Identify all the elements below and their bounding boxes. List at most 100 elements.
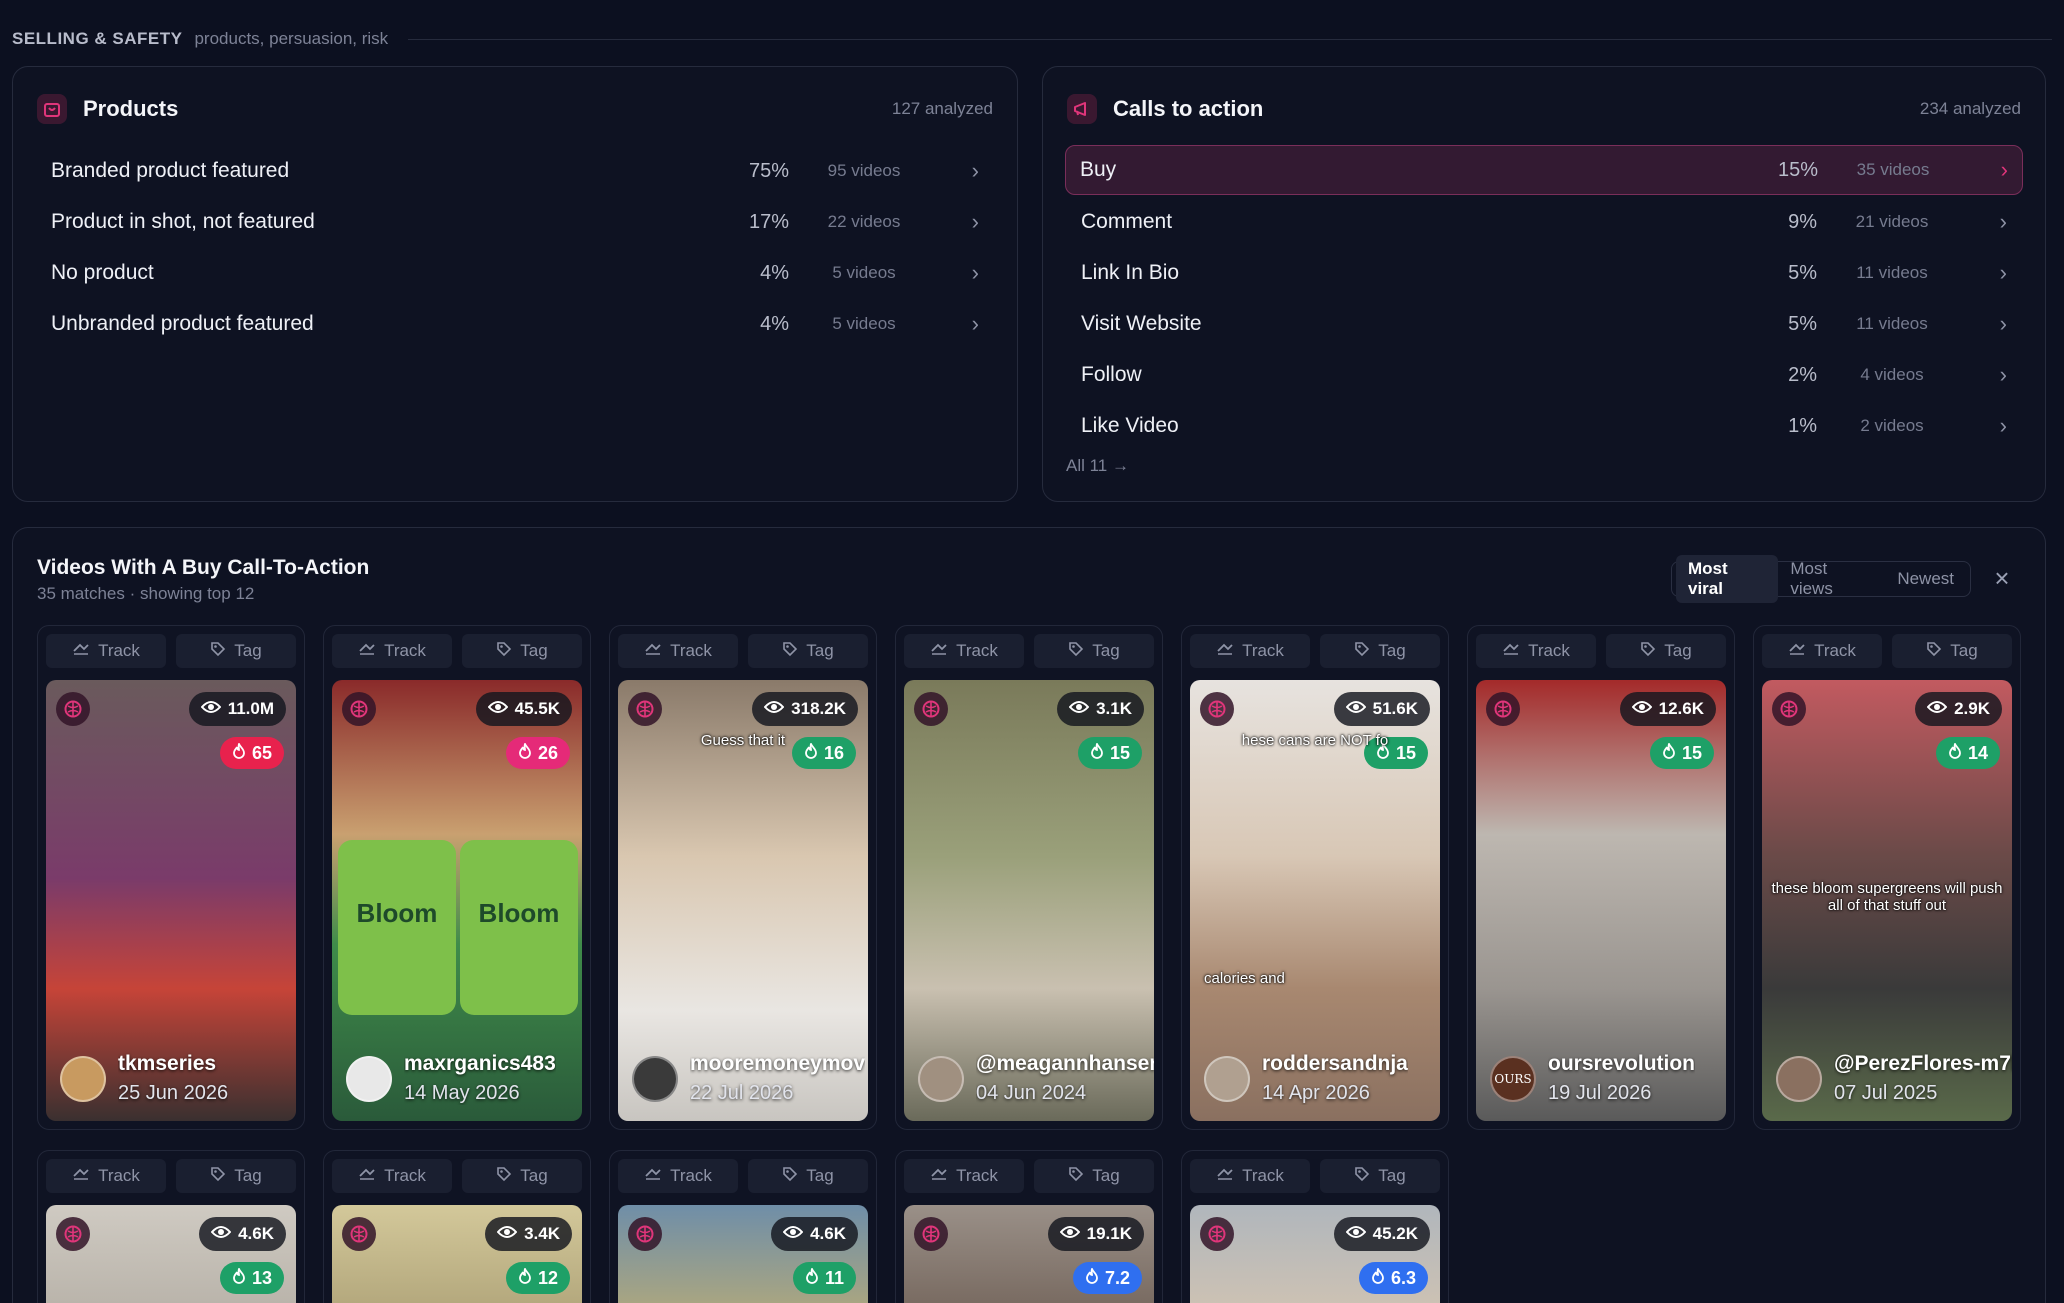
- video-card[interactable]: Track Tag 318.2K 16 Guess that it mooremoneym…: [609, 625, 877, 1130]
- tag-button[interactable]: Tag: [1034, 1159, 1154, 1193]
- track-button[interactable]: Track: [46, 634, 166, 668]
- product-row-none[interactable]: No product 4% 5 videos ›: [37, 249, 993, 297]
- cta-row-link-in-bio[interactable]: Link In Bio 5% 11 videos ›: [1067, 249, 2021, 297]
- video-card[interactable]: Track Tag 45.2K 6.3: [1181, 1150, 1449, 1303]
- track-button[interactable]: Track: [904, 634, 1024, 668]
- video-thumbnail[interactable]: 4.6K 11: [618, 1205, 868, 1303]
- cta-row-visit-website[interactable]: Visit Website 5% 11 videos ›: [1067, 300, 2021, 348]
- author-handle[interactable]: roddersandnja: [1262, 1052, 1408, 1076]
- track-button[interactable]: Track: [332, 634, 452, 668]
- track-button[interactable]: Track: [904, 1159, 1024, 1193]
- video-card[interactable]: Track Tag 19.1K 7.2: [895, 1150, 1163, 1303]
- video-thumbnail[interactable]: 2.9K 14 these bloom supergreens will push …: [1762, 680, 2012, 1121]
- views-count: 45.2K: [1372, 1224, 1418, 1243]
- video-card[interactable]: Track Tag 12.6K 15 OURS oursrevolution 19 Jul …: [1467, 625, 1735, 1130]
- row-percent: 1%: [1788, 414, 1817, 437]
- tag-button[interactable]: Tag: [748, 634, 868, 668]
- video-thumbnail[interactable]: 4.6K 13: [46, 1205, 296, 1303]
- track-button[interactable]: Track: [618, 1159, 738, 1193]
- sort-newest[interactable]: Newest: [1885, 565, 1966, 593]
- video-card[interactable]: Track Tag 51.6K 15 hese cans are NOT fo calor…: [1181, 625, 1449, 1130]
- brain-icon[interactable]: [342, 1217, 376, 1251]
- post-date: 19 Jul 2026: [1548, 1082, 1652, 1104]
- tag-button[interactable]: Tag: [1320, 634, 1440, 668]
- track-button[interactable]: Track: [618, 634, 738, 668]
- product-brand-left: Bloom: [356, 898, 438, 928]
- videos-subtitle: 35 matches · showing top 12: [37, 584, 255, 603]
- video-card[interactable]: Track Tag 11.0M 65 tkmseries 25 Jun 2026: [37, 625, 305, 1130]
- tag-button[interactable]: Tag: [176, 634, 296, 668]
- brain-icon[interactable]: [1200, 692, 1234, 726]
- author-handle[interactable]: @PerezFlores-m7l: [1834, 1052, 2012, 1076]
- track-button[interactable]: Track: [1762, 634, 1882, 668]
- sort-most-viral[interactable]: Most viral: [1676, 555, 1779, 603]
- video-card[interactable]: Track Tag 3.4K 12: [323, 1150, 591, 1303]
- brain-icon[interactable]: [1772, 692, 1806, 726]
- brain-icon[interactable]: [628, 692, 662, 726]
- cta-row-like-video[interactable]: Like Video 1% 2 videos ›: [1067, 402, 2021, 450]
- brain-icon[interactable]: [1200, 1217, 1234, 1251]
- avatar[interactable]: [632, 1055, 678, 1102]
- row-video-count: 95 videos: [827, 161, 901, 180]
- tag-button[interactable]: Tag: [462, 1159, 582, 1193]
- brain-icon[interactable]: [914, 692, 948, 726]
- video-thumbnail[interactable]: 318.2K 16 Guess that it mooremoneymov 22 Jul…: [618, 680, 868, 1121]
- section-divider: [408, 38, 2052, 40]
- author-handle[interactable]: tkmseries: [118, 1052, 228, 1076]
- avatar[interactable]: [1776, 1055, 1822, 1102]
- author-handle[interactable]: oursrevolution: [1548, 1052, 1695, 1076]
- tag-button[interactable]: Tag: [1892, 634, 2012, 668]
- track-button[interactable]: Track: [332, 1159, 452, 1193]
- avatar[interactable]: [918, 1055, 964, 1102]
- video-thumbnail[interactable]: 11.0M 65 tkmseries 25 Jun 2026: [46, 680, 296, 1121]
- video-thumbnail[interactable]: 12.6K 15 OURS oursrevolution 19 Jul 2026: [1476, 680, 1726, 1121]
- video-thumbnail[interactable]: 3.1K 15 @meagannhanser 04 Jun 2024: [904, 680, 1154, 1121]
- author-handle[interactable]: mooremoneymov: [690, 1052, 865, 1076]
- tag-button[interactable]: Tag: [176, 1159, 296, 1193]
- tag-button[interactable]: Tag: [748, 1159, 868, 1193]
- avatar[interactable]: [346, 1055, 392, 1102]
- brain-icon[interactable]: [342, 692, 376, 726]
- brain-icon[interactable]: [628, 1217, 662, 1251]
- author-handle[interactable]: maxrganics483: [404, 1052, 556, 1076]
- row-label: Link In Bio: [1081, 261, 1180, 284]
- video-thumbnail[interactable]: 45.2K 6.3: [1190, 1205, 1440, 1303]
- track-button[interactable]: Track: [1190, 634, 1310, 668]
- video-card[interactable]: Track Tag 4.6K 11: [609, 1150, 877, 1303]
- brain-icon[interactable]: [914, 1217, 948, 1251]
- video-thumbnail[interactable]: 19.1K 7.2: [904, 1205, 1154, 1303]
- cta-row-follow[interactable]: Follow 2% 4 videos ›: [1067, 351, 2021, 399]
- cta-row-comment[interactable]: Comment 9% 21 videos ›: [1067, 198, 2021, 246]
- video-thumbnail[interactable]: 45.5K 26 Bloom Bloom maxrganics483 14 May 202…: [332, 680, 582, 1121]
- brain-icon[interactable]: [56, 692, 90, 726]
- video-card[interactable]: Track Tag 45.5K 26 Bloom Bloom maxrganics483 14…: [323, 625, 591, 1130]
- video-card[interactable]: Track Tag 2.9K 14 these bloom supergreens wi…: [1753, 625, 2021, 1130]
- brain-icon[interactable]: [56, 1217, 90, 1251]
- tag-button[interactable]: Tag: [462, 634, 582, 668]
- product-row-branded[interactable]: Branded product featured 75% 95 videos ›: [37, 147, 993, 195]
- views-badge: 45.5K: [475, 692, 572, 726]
- close-icon[interactable]: ×: [1988, 564, 2016, 592]
- video-card[interactable]: Track Tag 3.1K 15 @meagannhanser 04 Jun 2024: [895, 625, 1163, 1130]
- track-button[interactable]: Track: [1476, 634, 1596, 668]
- video-card[interactable]: Track Tag 4.6K 13: [37, 1150, 305, 1303]
- video-thumbnail[interactable]: 3.4K 12: [332, 1205, 582, 1303]
- author-handle[interactable]: @meagannhanser: [976, 1052, 1154, 1076]
- avatar[interactable]: OURS: [1490, 1055, 1536, 1102]
- brain-icon[interactable]: [1486, 692, 1520, 726]
- video-thumbnail[interactable]: 51.6K 15 hese cans are NOT fo calories and r…: [1190, 680, 1440, 1121]
- avatar[interactable]: [60, 1055, 106, 1102]
- tag-button[interactable]: Tag: [1034, 634, 1154, 668]
- author-info: maxrganics483 14 May 2026: [404, 1052, 556, 1105]
- track-button[interactable]: Track: [1190, 1159, 1310, 1193]
- tag-button[interactable]: Tag: [1320, 1159, 1440, 1193]
- avatar[interactable]: [1204, 1055, 1250, 1102]
- tag-button[interactable]: Tag: [1606, 634, 1726, 668]
- cta-row-buy[interactable]: Buy 15% 35 videos ›: [1065, 145, 2023, 195]
- track-button[interactable]: Track: [46, 1159, 166, 1193]
- tag-icon: [1926, 641, 1942, 662]
- product-row-in-shot[interactable]: Product in shot, not featured 17% 22 vid…: [37, 198, 993, 246]
- product-row-unbranded[interactable]: Unbranded product featured 4% 5 videos ›: [37, 300, 993, 348]
- cta-all-link[interactable]: All 11 →: [1066, 456, 1129, 476]
- sort-most-views[interactable]: Most views: [1778, 555, 1885, 603]
